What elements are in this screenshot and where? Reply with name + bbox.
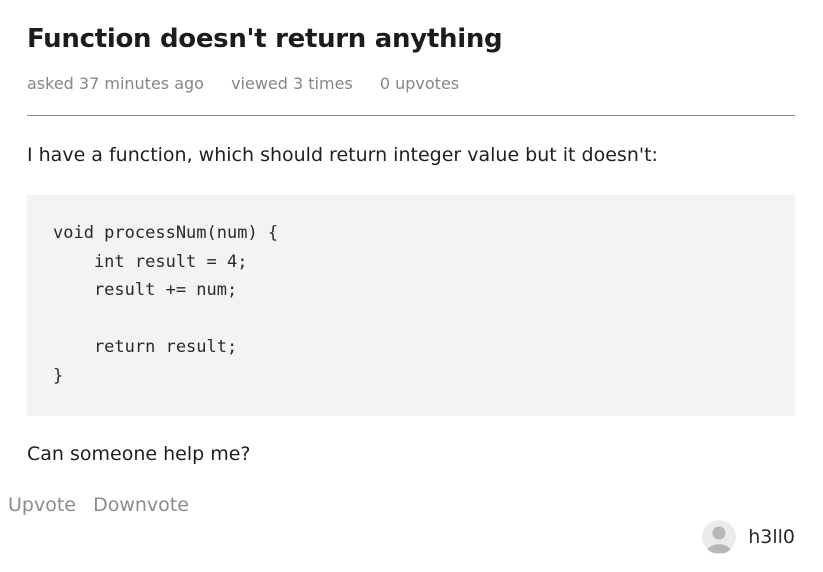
asked-time: asked 37 minutes ago bbox=[27, 74, 204, 93]
vote-actions: Upvote Downvote bbox=[8, 494, 201, 516]
user-avatar-icon bbox=[702, 520, 737, 554]
question-meta: asked 37 minutes ago viewed 3 times 0 up… bbox=[27, 74, 481, 93]
question-title: Function doesn't return anything bbox=[27, 24, 503, 54]
code-block: void processNum(num) { int result = 4; r… bbox=[27, 195, 795, 416]
question-closing: Can someone help me? bbox=[27, 443, 251, 465]
code-line: result += num; bbox=[53, 280, 238, 300]
code-line: int result = 4; bbox=[53, 251, 248, 272]
author-info[interactable]: h3ll0 bbox=[702, 520, 795, 554]
question-intro: I have a function, which should return i… bbox=[27, 144, 658, 166]
upvote-count: 0 upvotes bbox=[379, 74, 460, 93]
view-count: viewed 3 times bbox=[231, 74, 353, 93]
divider bbox=[27, 115, 795, 116]
code-line: void processNum(num) { bbox=[53, 223, 279, 243]
author-name[interactable]: h3ll0 bbox=[748, 526, 795, 548]
downvote-button[interactable]: Downvote bbox=[93, 494, 189, 516]
upvote-button[interactable]: Upvote bbox=[8, 494, 76, 516]
code-line: } bbox=[53, 365, 64, 386]
code-line: return result; bbox=[53, 337, 238, 357]
